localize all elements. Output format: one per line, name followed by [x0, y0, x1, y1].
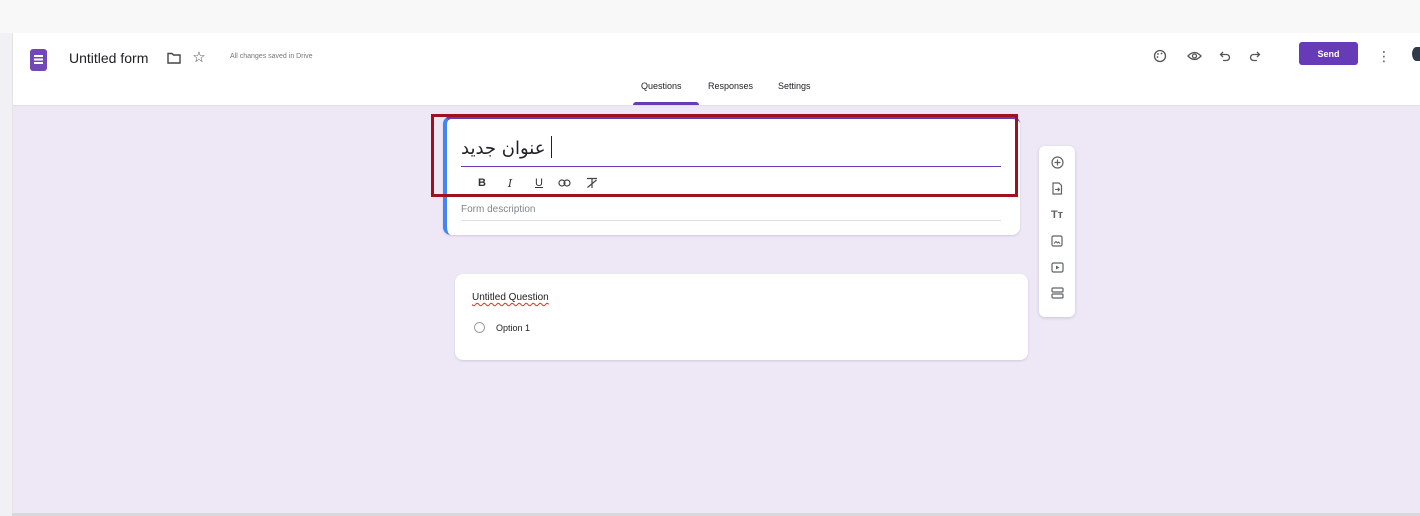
tab-responses[interactable]: Responses — [708, 81, 753, 91]
header: Untitled form ☆ All changes saved in Dri… — [13, 33, 1420, 106]
form-title-text: عنوان جديد — [461, 138, 546, 159]
palette-icon[interactable] — [1148, 44, 1172, 68]
add-title-icon[interactable]: Tт — [1045, 204, 1069, 226]
form-title-input[interactable]: عنوان جديد — [461, 133, 1001, 167]
add-question-icon[interactable] — [1045, 151, 1069, 173]
import-questions-icon[interactable] — [1045, 177, 1069, 199]
radio-icon — [474, 322, 485, 333]
clear-format-icon[interactable] — [583, 174, 601, 192]
question-title[interactable]: Untitled Question — [472, 292, 549, 303]
redo-icon[interactable] — [1243, 44, 1267, 68]
form-description-field[interactable]: Form description — [461, 204, 1001, 221]
save-status: All changes saved in Drive — [230, 53, 313, 60]
window-top-bar — [0, 0, 1420, 33]
folder-icon[interactable] — [165, 49, 183, 67]
side-toolbar: Tт — [1039, 146, 1075, 317]
add-image-icon[interactable] — [1045, 230, 1069, 252]
undo-icon[interactable] — [1213, 44, 1237, 68]
tab-settings[interactable]: Settings — [778, 81, 811, 91]
form-title-card: عنوان جديد B I U Form description — [443, 116, 1020, 235]
question-card[interactable]: Untitled Question Option 1 — [455, 274, 1028, 360]
send-button[interactable]: Send — [1299, 42, 1358, 65]
preview-eye-icon[interactable] — [1182, 44, 1206, 68]
more-vert-icon[interactable]: ⋮ — [1372, 44, 1396, 68]
italic-button[interactable]: I — [501, 174, 519, 192]
doc-title[interactable]: Untitled form — [69, 50, 148, 66]
forms-app: Untitled form ☆ All changes saved in Dri… — [12, 33, 1420, 513]
avatar[interactable] — [1412, 47, 1420, 61]
bold-button[interactable]: B — [473, 174, 491, 192]
star-icon[interactable]: ☆ — [189, 47, 209, 67]
option-label[interactable]: Option 1 — [496, 323, 530, 333]
underline-button[interactable]: U — [530, 174, 548, 192]
active-tab-indicator — [633, 102, 699, 105]
link-icon[interactable] — [555, 174, 573, 192]
add-section-icon[interactable] — [1045, 282, 1069, 304]
tab-questions[interactable]: Questions — [641, 81, 682, 91]
text-caret — [551, 136, 552, 158]
forms-logo-icon[interactable] — [30, 49, 47, 71]
add-video-icon[interactable] — [1045, 256, 1069, 278]
